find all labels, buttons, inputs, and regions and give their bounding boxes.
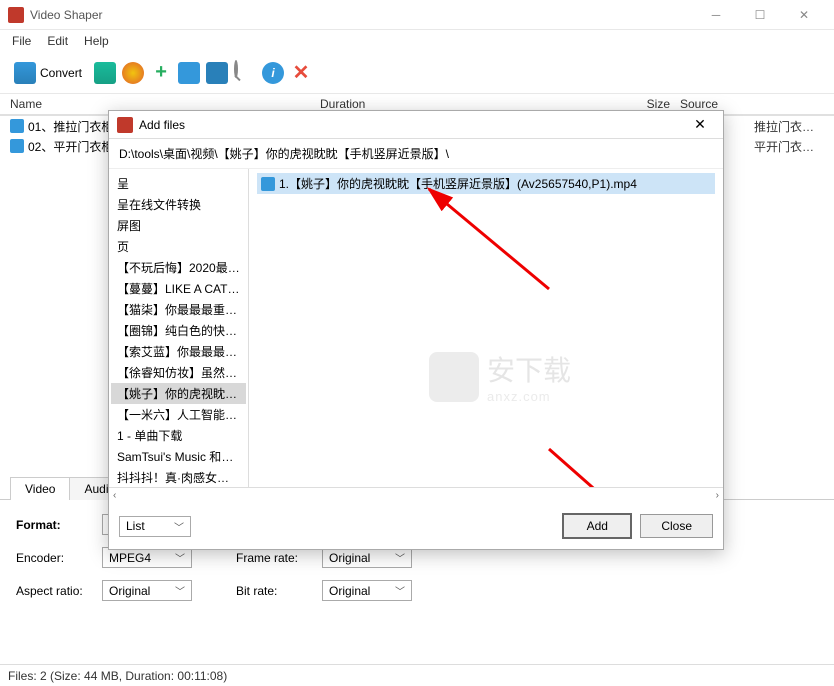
tree-item[interactable]: 呈在线文件转换 (111, 194, 246, 215)
col-source[interactable]: Source (680, 97, 824, 111)
equalizer-icon[interactable] (94, 62, 116, 84)
watermark: 安下载 anxz.com (429, 349, 571, 404)
info-icon[interactable]: i (262, 62, 284, 84)
chevron-down-icon: ﹀ (395, 583, 405, 598)
tree-item[interactable]: 【不玩后悔】2020最美的 (111, 257, 246, 278)
convert-label: Convert (40, 66, 82, 80)
close-button[interactable]: ✕ (782, 1, 826, 29)
status-text: Files: 2 (Size: 44 MB, Duration: 00:11:0… (8, 669, 227, 683)
dialog-close-button[interactable]: ✕ (685, 115, 715, 135)
chevron-down-icon: ﹀ (175, 583, 185, 598)
label-format: Format: (16, 518, 102, 532)
toolbar: Convert + i ✕ (0, 52, 834, 94)
tab-video[interactable]: Video (10, 477, 70, 500)
bag-icon (429, 352, 479, 402)
app-icon (117, 117, 133, 133)
encoder-dropdown[interactable]: MPEG4﹀ (102, 547, 192, 568)
tree-item[interactable]: 呈 (111, 173, 246, 194)
menu-file[interactable]: File (6, 32, 37, 50)
menu-help[interactable]: Help (78, 32, 115, 50)
tree-item[interactable]: 页 (111, 236, 246, 257)
chevron-down-icon: ﹀ (395, 550, 405, 565)
label-aspect: Aspect ratio: (16, 584, 102, 598)
minimize-button[interactable]: ─ (694, 1, 738, 29)
add-files-dialog: Add files ✕ D:\tools\桌面\视频\【姚子】你的虎视眈眈【手机… (108, 110, 724, 550)
search-icon[interactable] (234, 62, 256, 84)
file-icon (10, 139, 24, 153)
convert-button[interactable]: Convert (8, 58, 88, 88)
scroll-right-icon[interactable]: › (716, 490, 719, 501)
file-source: 平开门衣… (754, 138, 824, 155)
file-item[interactable]: 1.【姚子】你的虎视眈眈【手机竖屏近景版】(Av25657540,P1).mp4 (257, 173, 715, 194)
tree-item[interactable]: 【蔓蔓】LIKE A CAT~猫猫 (111, 278, 246, 299)
file-item-label: 1.【姚子】你的虎视眈眈【手机竖屏近景版】(Av25657540,P1).mp4 (279, 175, 637, 192)
close-button[interactable]: Close (640, 514, 713, 538)
bitrate-dropdown[interactable]: Original﹀ (322, 580, 412, 601)
menu-bar: File Edit Help (0, 30, 834, 52)
tree-item[interactable]: 【索艾蓝】你最最最最重 (111, 341, 246, 362)
tree-item[interactable]: SamTsui's Music 和Cas (111, 446, 246, 467)
view-mode-dropdown[interactable]: List﹀ (119, 516, 191, 537)
tree-item[interactable]: 抖抖抖！真·肉感女孩的活 (111, 467, 246, 487)
file-pane[interactable]: 1.【姚子】你的虎视眈眈【手机竖屏近景版】(Av25657540,P1).mp4… (249, 169, 723, 487)
tree-item[interactable]: 【徐睿知仿妆】虽然是精神 (111, 362, 246, 383)
label-fps: Frame rate: (236, 551, 322, 565)
list-icon[interactable] (206, 62, 228, 84)
maximize-button[interactable]: ☐ (738, 1, 782, 29)
col-duration[interactable]: Duration (320, 97, 580, 111)
tree-scrollbar[interactable]: ‹ › (109, 487, 723, 503)
menu-edit[interactable]: Edit (41, 32, 74, 50)
tree-item[interactable]: 1 - 单曲下载 (111, 425, 246, 446)
film-icon (14, 62, 36, 84)
status-bar: Files: 2 (Size: 44 MB, Duration: 00:11:0… (0, 664, 834, 686)
document-icon[interactable] (178, 62, 200, 84)
add-icon[interactable]: + (150, 62, 172, 84)
remove-icon[interactable]: ✕ (290, 62, 312, 84)
annotation-arrow (409, 179, 579, 299)
tree-item[interactable]: 【一米六】人工智能爱酱♥ (111, 404, 246, 425)
folder-tree[interactable]: 呈呈在线文件转换屏图页【不玩后悔】2020最美的【蔓蔓】LIKE A CAT~猫… (109, 169, 249, 487)
col-size[interactable]: Size (580, 97, 680, 111)
col-name[interactable]: Name (10, 97, 320, 111)
window-titlebar: Video Shaper ─ ☐ ✕ (0, 0, 834, 30)
scroll-left-icon[interactable]: ‹ (113, 490, 116, 501)
file-source: 推拉门衣… (754, 118, 824, 135)
disc-icon[interactable] (122, 62, 144, 84)
dialog-path: D:\tools\桌面\视频\【姚子】你的虎视眈眈【手机竖屏近景版】\ (109, 139, 723, 169)
label-bitrate: Bit rate: (236, 584, 322, 598)
tree-item[interactable]: 屏图 (111, 215, 246, 236)
aspect-dropdown[interactable]: Original﹀ (102, 580, 192, 601)
chevron-down-icon: ﹀ (174, 519, 184, 534)
video-file-icon (261, 177, 275, 191)
file-icon (10, 119, 24, 133)
tree-item[interactable]: 【姚子】你的虎视眈眈【手 (111, 383, 246, 404)
window-title: Video Shaper (30, 8, 694, 22)
label-encoder: Encoder: (16, 551, 102, 565)
chevron-down-icon: ﹀ (175, 550, 185, 565)
app-icon (8, 7, 24, 23)
tree-item[interactable]: 【圈锦】纯白色的快乐～这 (111, 320, 246, 341)
dialog-titlebar: Add files ✕ (109, 111, 723, 139)
add-button[interactable]: Add (562, 513, 632, 539)
annotation-arrow (539, 439, 659, 487)
dialog-title: Add files (139, 118, 685, 132)
tree-item[interactable]: 【猫柒】你最最最重要 高 (111, 299, 246, 320)
fps-dropdown[interactable]: Original﹀ (322, 547, 412, 568)
